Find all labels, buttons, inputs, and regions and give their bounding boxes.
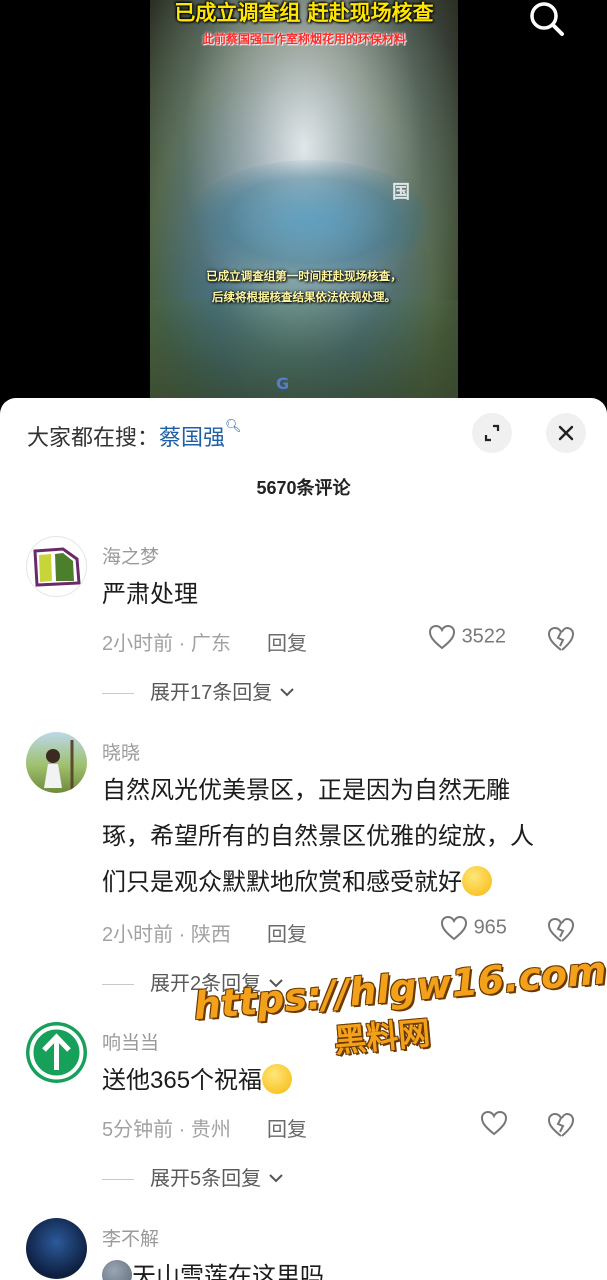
comment-count: 5670条评论: [256, 478, 351, 498]
heart-icon: [428, 624, 456, 650]
expand-replies-label: 展开2条回复: [150, 973, 262, 995]
person-avatar-icon: [44, 740, 74, 792]
expand-button[interactable]: [472, 413, 512, 453]
divider: [102, 1179, 134, 1181]
divider: [102, 693, 134, 695]
car-frame-avatar-icon: [33, 547, 81, 587]
comment-text: 天山雪莲在这里吗: [102, 1254, 562, 1280]
heart-icon: [480, 1110, 508, 1136]
comment-username[interactable]: 海之梦: [102, 542, 159, 569]
like-button[interactable]: [480, 1110, 508, 1136]
comment-text-line: 自然风光优美景区，正是因为自然无雕: [102, 777, 510, 804]
close-button[interactable]: [546, 413, 586, 453]
video-caption-line: 已成立调查组第一时间赶赴现场核查，: [206, 269, 402, 283]
comment-username[interactable]: 李不解: [102, 1224, 159, 1251]
video-title: 已成立调查组 赶赴现场核查: [174, 1, 434, 25]
video-caption-line: 后续将根据核查结果依法依规处理。: [212, 290, 396, 304]
broken-heart-icon: [547, 1112, 575, 1137]
video-subtitle: 此前蔡国强工作室称烟花用的环保材料: [201, 32, 406, 46]
like-count: 965: [473, 916, 507, 939]
dislike-button[interactable]: [547, 626, 575, 656]
avatar[interactable]: [26, 1022, 87, 1083]
comment-text: 严肃处理: [102, 581, 198, 608]
comment-text-line: 们只是观众默默地欣赏和感受就好: [102, 860, 562, 906]
chevron-down-icon: [268, 979, 283, 988]
hot-search-term[interactable]: 蔡国强: [159, 425, 225, 450]
comment-meta: 2小时前 · 陕西: [102, 924, 231, 946]
chevron-down-icon: [280, 688, 294, 697]
close-icon: [558, 425, 574, 441]
comment-username[interactable]: 响当当: [102, 1028, 159, 1055]
expand-replies-label: 展开5条回复: [150, 1168, 262, 1190]
comment-text: 送他365个祝福: [102, 1058, 562, 1104]
comment-meta: 5分钟前 · 贵州: [102, 1119, 231, 1141]
video-frame[interactable]: [150, 0, 458, 420]
broken-heart-icon: [547, 626, 575, 651]
like-button[interactable]: 965: [440, 915, 507, 941]
video-caption: 已成立调查组第一时间赶赴现场核查， 后续将根据核查结果依法依规处理。: [150, 266, 458, 308]
heart-icon: [440, 915, 468, 941]
search-icon: [530, 2, 564, 36]
dislike-button[interactable]: [547, 1112, 575, 1142]
like-count: 3522: [461, 625, 507, 648]
hot-search-label: 大家都在搜：: [27, 425, 160, 450]
expand-replies-label: 展开17条回复: [150, 682, 273, 704]
dislike-button[interactable]: [547, 917, 575, 947]
expand-replies[interactable]: 展开5条回复: [102, 1162, 285, 1191]
broken-heart-icon: [547, 917, 575, 942]
avatar[interactable]: [26, 732, 87, 793]
avatar[interactable]: [26, 536, 87, 597]
like-button[interactable]: 3522: [428, 624, 506, 650]
comment-meta: 2小时前 · 广东: [102, 633, 231, 655]
reply-button[interactable]: 回复: [267, 627, 307, 656]
comment-text-line: 琢，希望所有的自然景区优雅的绽放，人: [102, 823, 534, 850]
avatar[interactable]: [26, 1218, 87, 1279]
comment-text: 自然风光优美景区，正是因为自然无雕 琢，希望所有的自然景区优雅的绽放，人 们只是…: [102, 768, 562, 906]
cat-emoji-icon: [102, 1259, 132, 1280]
bottom-logo-icon: G: [276, 374, 290, 393]
expand-icon: [484, 424, 500, 442]
video-player[interactable]: 已成立调查组 赶赴现场核查 此前蔡国强工作室称烟花用的环保材料 国 已成立调查组…: [0, 0, 607, 420]
divider: [102, 984, 134, 986]
arrow-up-avatar-icon: [29, 1025, 84, 1080]
chevron-down-icon: [268, 1174, 283, 1183]
search-button[interactable]: [524, 0, 568, 40]
comment-sheet: 大家都在搜：蔡国强🔍︎ 5670条评论 海之梦 严肃处理 2小时前 · 广东 回…: [0, 398, 607, 1280]
expand-replies[interactable]: 展开2条回复: [102, 967, 285, 996]
smirk-emoji-icon: [262, 1063, 293, 1094]
expand-replies[interactable]: 展开17条回复: [102, 676, 296, 705]
hot-search[interactable]: 大家都在搜：蔡国强🔍︎: [27, 418, 242, 452]
reply-button[interactable]: 回复: [267, 918, 307, 947]
search-icon: 🔍︎: [225, 418, 242, 433]
comment-username[interactable]: 晓晓: [102, 738, 140, 765]
reply-button[interactable]: 回复: [267, 1113, 307, 1142]
channel-logo-icon: 国: [392, 182, 410, 203]
laughing-emoji-icon: [462, 865, 492, 896]
